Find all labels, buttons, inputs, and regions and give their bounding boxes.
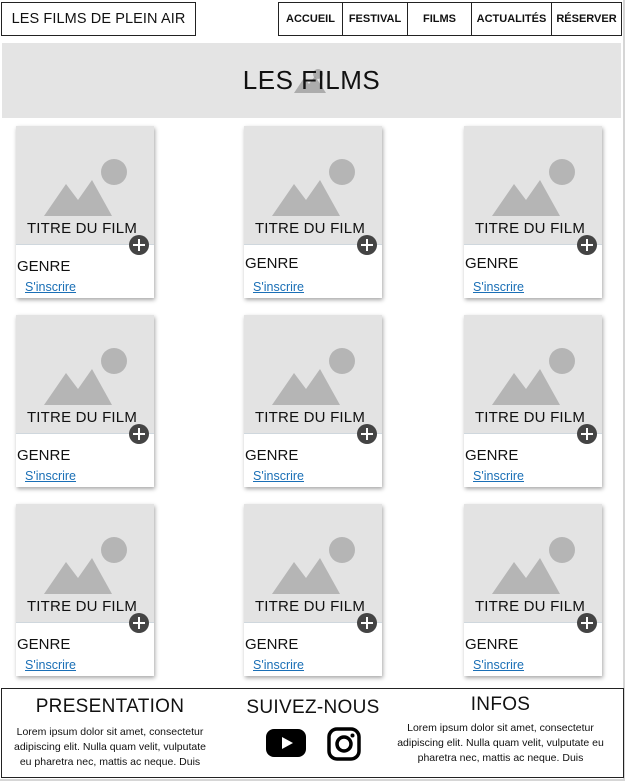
nav-festival-label: FESTIVAL — [348, 13, 402, 25]
card-media: TITRE DU FILM — [16, 126, 154, 245]
card-signup-link[interactable]: S'inscrire — [25, 658, 76, 672]
card-title: TITRE DU FILM — [26, 598, 138, 615]
card-genre: GENRE — [465, 447, 519, 464]
nav-reserver-label: RÉSERVER — [556, 13, 617, 25]
page-title: LES FILMS — [242, 65, 381, 95]
image-placeholder-icon — [272, 159, 355, 216]
card-media: TITRE DU FILM — [244, 504, 382, 623]
film-card[interactable]: TITRE DU FILM GENRE S'inscrire — [16, 315, 154, 487]
card-signup-link[interactable]: S'inscrire — [253, 280, 304, 294]
card-title: TITRE DU FILM — [26, 409, 138, 426]
card-media: TITRE DU FILM — [244, 315, 382, 434]
card-title: TITRE DU FILM — [254, 409, 366, 426]
card-genre: GENRE — [245, 255, 299, 272]
film-card[interactable]: TITRE DU FILM GENRE S'inscrire — [464, 315, 602, 487]
film-card[interactable]: TITRE DU FILM GENRE S'inscrire — [464, 504, 602, 676]
image-placeholder-icon — [272, 537, 355, 594]
card-title: TITRE DU FILM — [474, 220, 586, 237]
image-placeholder-icon — [44, 348, 127, 405]
nav-reserver[interactable]: RÉSERVER — [551, 2, 622, 36]
card-genre: GENRE — [17, 447, 71, 464]
nav-films-label: FILMS — [423, 13, 456, 25]
image-placeholder-icon — [44, 537, 127, 594]
card-genre: GENRE — [245, 447, 299, 464]
plus-circle-icon[interactable] — [129, 235, 149, 255]
film-card[interactable]: TITRE DU FILM GENRE S'inscrire — [16, 504, 154, 676]
card-genre: GENRE — [17, 258, 71, 275]
plus-circle-icon[interactable] — [577, 235, 597, 255]
card-media: TITRE DU FILM — [16, 504, 154, 623]
plus-circle-icon[interactable] — [129, 613, 149, 633]
card-title: TITRE DU FILM — [254, 220, 366, 237]
card-signup-link[interactable]: S'inscrire — [473, 280, 524, 294]
card-signup-link[interactable]: S'inscrire — [473, 658, 524, 672]
image-placeholder-icon — [492, 537, 575, 594]
nav-festival[interactable]: FESTIVAL — [342, 2, 408, 36]
main-nav: ACCUEIL FESTIVAL FILMS ACTUALITÉS RÉSERV… — [278, 2, 622, 36]
footer-infos: INFOS Lorem ipsum dolor sit amet, consec… — [394, 694, 607, 766]
nav-accueil-label: ACCUEIL — [286, 13, 335, 25]
nav-films[interactable]: FILMS — [407, 2, 472, 36]
page: LES FILMS DE PLEIN AIR ACCUEIL FESTIVAL … — [0, 0, 625, 781]
card-signup-link[interactable]: S'inscrire — [25, 469, 76, 483]
card-signup-link[interactable]: S'inscrire — [473, 469, 524, 483]
footer-presentation: PRESENTATION Lorem ipsum dolor sit amet,… — [10, 696, 210, 770]
plus-circle-icon[interactable] — [357, 613, 377, 633]
footer-presentation-title: PRESENTATION — [35, 696, 185, 717]
nav-actualites-label: ACTUALITÉS — [476, 13, 547, 25]
image-placeholder-icon — [272, 348, 355, 405]
film-card[interactable]: TITRE DU FILM GENRE S'inscrire — [16, 126, 154, 298]
card-media: TITRE DU FILM — [464, 504, 602, 623]
footer-social-title: SUIVEZ-NOUS — [246, 697, 380, 718]
plus-circle-icon[interactable] — [129, 424, 149, 444]
card-title: TITRE DU FILM — [26, 220, 138, 237]
site-logo[interactable]: LES FILMS DE PLEIN AIR — [1, 2, 196, 36]
card-genre: GENRE — [17, 636, 71, 653]
film-card[interactable]: TITRE DU FILM GENRE S'inscrire — [464, 126, 602, 298]
image-placeholder-icon — [492, 348, 575, 405]
film-card[interactable]: TITRE DU FILM GENRE S'inscrire — [244, 315, 382, 487]
youtube-icon[interactable] — [265, 727, 307, 759]
card-signup-link[interactable]: S'inscrire — [253, 469, 304, 483]
footer: PRESENTATION Lorem ipsum dolor sit amet,… — [1, 688, 624, 778]
plus-circle-icon[interactable] — [357, 424, 377, 444]
card-signup-link[interactable]: S'inscrire — [253, 658, 304, 672]
card-title: TITRE DU FILM — [474, 598, 586, 615]
footer-social: SUIVEZ-NOUS — [238, 697, 388, 761]
nav-accueil[interactable]: ACCUEIL — [278, 2, 343, 36]
logo-text: LES FILMS DE PLEIN AIR — [11, 11, 186, 27]
card-genre: GENRE — [245, 636, 299, 653]
card-media: TITRE DU FILM — [464, 315, 602, 434]
card-signup-link[interactable]: S'inscrire — [25, 280, 76, 294]
instagram-icon[interactable] — [327, 727, 361, 761]
footer-presentation-text: Lorem ipsum dolor sit amet, consectetur … — [13, 726, 207, 768]
card-title: TITRE DU FILM — [474, 409, 586, 426]
card-title: TITRE DU FILM — [254, 598, 366, 615]
footer-infos-text: Lorem ipsum dolor sit amet, consectetur … — [397, 722, 604, 764]
card-media: TITRE DU FILM — [16, 315, 154, 434]
card-genre: GENRE — [465, 255, 519, 272]
card-media: TITRE DU FILM — [244, 126, 382, 245]
film-card[interactable]: TITRE DU FILM GENRE S'inscrire — [244, 126, 382, 298]
card-media: TITRE DU FILM — [464, 126, 602, 245]
hero-banner: LES FILMS — [2, 43, 621, 118]
image-placeholder-icon — [44, 159, 127, 216]
plus-circle-icon[interactable] — [577, 424, 597, 444]
plus-circle-icon[interactable] — [577, 613, 597, 633]
film-card[interactable]: TITRE DU FILM GENRE S'inscrire — [244, 504, 382, 676]
image-placeholder-icon — [492, 159, 575, 216]
card-genre: GENRE — [465, 636, 519, 653]
nav-actualites[interactable]: ACTUALITÉS — [471, 2, 552, 36]
footer-infos-title: INFOS — [470, 694, 531, 715]
plus-circle-icon[interactable] — [357, 235, 377, 255]
